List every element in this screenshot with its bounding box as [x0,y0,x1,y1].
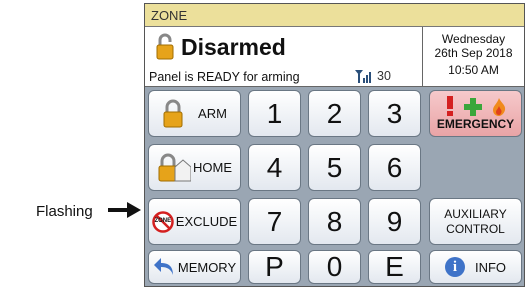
key-4[interactable]: 4 [248,144,301,191]
key-7[interactable]: 7 [248,198,301,245]
fire-icon [492,98,505,116]
key-9[interactable]: 9 [368,198,421,245]
signal-value: 30 [377,69,391,83]
emergency-button[interactable]: EMERGENCY [429,90,522,137]
key-3[interactable]: 3 [368,90,421,137]
zone-bar[interactable]: ZONE [145,4,524,27]
exclamation-icon [446,96,453,116]
emergency-icons [446,96,506,116]
alarm-panel: ZONE Disarmed Panel is READY for arming … [144,3,525,287]
key-1[interactable]: 1 [248,90,301,137]
key-6[interactable]: 6 [368,144,421,191]
auxiliary-control-button[interactable]: AUXILIARY CONTROL [429,198,522,245]
auxiliary-label-line1: AUXILIARY [444,206,507,221]
flashing-annotation: Flashing [36,203,93,220]
zone-icon-text: ZONE [154,217,172,224]
auxiliary-label-line2: CONTROL [446,221,505,236]
key-8[interactable]: 8 [308,198,361,245]
signal-strength-icon [355,70,371,83]
key-0[interactable]: 0 [308,250,361,284]
padlock-closed-icon [163,99,183,127]
medical-cross-icon [463,98,482,116]
info-label: INFO [474,259,507,275]
key-p[interactable]: P [248,250,301,284]
status-title: Disarmed [181,34,286,60]
zone-exclude-icon: ZONE [152,210,174,233]
key-2[interactable]: 2 [308,90,361,137]
key-e[interactable]: E [368,250,421,284]
status-box: Disarmed Panel is READY for arming 30 [145,27,423,87]
info-icon: i [444,257,465,277]
weekday: Wednesday [441,32,506,46]
time: 10:50 AM [448,63,499,77]
exclude-button[interactable]: ZONE EXCLUDE [148,198,241,245]
home-button[interactable]: HOME [148,144,241,191]
arrow-right-icon [108,202,141,218]
arm-button[interactable]: ARM [148,90,241,137]
home-padlock-icon [158,153,191,181]
datetime-box: Wednesday 26th Sep 2018 10:50 AM [423,27,524,87]
ready-message: Panel is READY for arming [149,70,300,84]
emergency-label: EMERGENCY [436,117,515,131]
exclude-label: EXCLUDE [175,214,238,229]
unlocked-padlock-icon [156,33,174,60]
date: 26th Sep 2018 [434,46,513,60]
back-arrow-icon [153,258,173,275]
key-5[interactable]: 5 [308,144,361,191]
signal-indicator: 30 [355,69,391,83]
memory-label: MEMORY [177,259,237,275]
arm-label: ARM [198,106,227,121]
memory-button[interactable]: MEMORY [148,250,241,284]
info-button[interactable]: i INFO [429,250,522,284]
home-label: HOME [193,160,232,175]
